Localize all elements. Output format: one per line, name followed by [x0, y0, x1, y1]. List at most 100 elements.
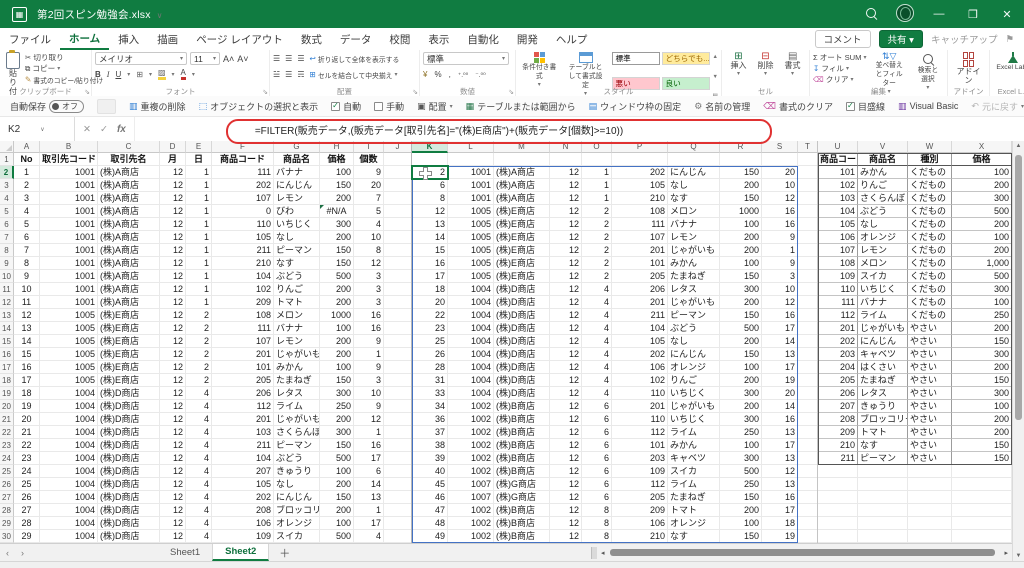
row-header-19[interactable]: 19 — [0, 387, 14, 400]
cell-X8[interactable]: 200 — [952, 244, 1012, 257]
cell-S30[interactable]: 19 — [762, 530, 798, 543]
col-header-K[interactable]: K — [412, 141, 448, 153]
cell-F27[interactable]: 202 — [212, 491, 274, 504]
cell-J20[interactable] — [384, 400, 412, 413]
cell-P27[interactable]: 205 — [612, 491, 668, 504]
menu-tab-3[interactable]: 挿入 — [109, 28, 148, 50]
cell-E29[interactable]: 4 — [186, 517, 212, 530]
cell-B21[interactable]: 1004 — [40, 413, 98, 426]
cell-T22[interactable] — [798, 426, 818, 439]
cell-M6[interactable]: (株)E商店 — [494, 218, 550, 231]
cell-L1[interactable] — [448, 153, 494, 166]
cell-J22[interactable] — [384, 426, 412, 439]
cell-M11[interactable]: (株)D商店 — [494, 283, 550, 296]
cell-U2[interactable]: 101 — [818, 166, 858, 179]
cell-A14[interactable]: 13 — [14, 322, 40, 335]
cell-S8[interactable]: 1 — [762, 244, 798, 257]
cell-L22[interactable]: 1002 — [448, 426, 494, 439]
cell-J5[interactable] — [384, 205, 412, 218]
cell-N27[interactable]: 12 — [550, 491, 582, 504]
cell-F1[interactable]: 商品コード — [212, 153, 274, 166]
cell-I21[interactable]: 12 — [354, 413, 384, 426]
col-header-B[interactable]: B — [40, 141, 98, 153]
cell-S29[interactable]: 18 — [762, 517, 798, 530]
cell-K21[interactable]: 36 — [412, 413, 448, 426]
delete-cells-button[interactable]: ⊟ 削除 ▾ — [755, 52, 777, 79]
cell-B2[interactable]: 1001 — [40, 166, 98, 179]
cell-U15[interactable]: 202 — [818, 335, 858, 348]
number-dialog-launcher[interactable]: ⇘ — [508, 88, 514, 96]
cell-A12[interactable]: 11 — [14, 296, 40, 309]
cell-I23[interactable]: 16 — [354, 439, 384, 452]
menu-tab-8[interactable]: 校閲 — [380, 28, 419, 50]
cell-L13[interactable]: 1004 — [448, 309, 494, 322]
cell-M13[interactable]: (株)D商店 — [494, 309, 550, 322]
cell-B20[interactable]: 1004 — [40, 400, 98, 413]
cell-J1[interactable] — [384, 153, 412, 166]
cell-D23[interactable]: 12 — [160, 439, 186, 452]
cell-X5[interactable]: 500 — [952, 205, 1012, 218]
cell-O14[interactable]: 4 — [582, 322, 612, 335]
cell-T17[interactable] — [798, 361, 818, 374]
cell-Q7[interactable]: レモン — [668, 231, 720, 244]
scroll-right-icon[interactable]: ▸ — [1000, 549, 1012, 557]
cell-T14[interactable] — [798, 322, 818, 335]
cell-W24[interactable]: やさい — [908, 452, 952, 465]
cell-U5[interactable]: 104 — [818, 205, 858, 218]
cell-I3[interactable]: 20 — [354, 179, 384, 192]
cell-M5[interactable]: (株)E商店 — [494, 205, 550, 218]
remove-duplicates-button[interactable]: ▥ 重複の削除 — [129, 100, 186, 113]
cell-G21[interactable]: じゃがいも — [274, 413, 320, 426]
cell-R1[interactable] — [720, 153, 762, 166]
font-size-select[interactable]: 11 ▾ — [190, 52, 220, 65]
cell-N7[interactable]: 12 — [550, 231, 582, 244]
cell-T11[interactable] — [798, 283, 818, 296]
cell-K16[interactable]: 26 — [412, 348, 448, 361]
cell-E9[interactable]: 1 — [186, 257, 212, 270]
cell-R19[interactable]: 300 — [720, 387, 762, 400]
cell-C7[interactable]: (株)A商店 — [98, 231, 160, 244]
cell-C13[interactable]: (株)E商店 — [98, 309, 160, 322]
cell-D17[interactable]: 12 — [160, 361, 186, 374]
cell-W27[interactable] — [908, 491, 952, 504]
cell-H7[interactable]: 200 — [320, 231, 354, 244]
cell-M27[interactable]: (株)G商店 — [494, 491, 550, 504]
cell-D9[interactable]: 12 — [160, 257, 186, 270]
cell-S9[interactable]: 9 — [762, 257, 798, 270]
col-header-X[interactable]: X — [952, 141, 1012, 153]
cell-O5[interactable]: 2 — [582, 205, 612, 218]
menu-tab-2[interactable]: ホーム — [60, 28, 110, 50]
cell-V9[interactable]: メロン — [858, 257, 908, 270]
cell-F15[interactable]: 107 — [212, 335, 274, 348]
cell-X7[interactable]: 100 — [952, 231, 1012, 244]
cell-V3[interactable]: りんご — [858, 179, 908, 192]
cell-P14[interactable]: 104 — [612, 322, 668, 335]
cell-U8[interactable]: 107 — [818, 244, 858, 257]
cell-K5[interactable]: 12 — [412, 205, 448, 218]
align-left-icon[interactable]: ☱ — [273, 70, 280, 79]
cell-H15[interactable]: 200 — [320, 335, 354, 348]
cell-N23[interactable]: 12 — [550, 439, 582, 452]
menu-tab-10[interactable]: 自動化 — [458, 28, 508, 50]
cell-Q19[interactable]: いちじく — [668, 387, 720, 400]
cell-L6[interactable]: 1005 — [448, 218, 494, 231]
cell-J2[interactable] — [384, 166, 412, 179]
cell-F18[interactable]: 205 — [212, 374, 274, 387]
cell-D1[interactable]: 月 — [160, 153, 186, 166]
cell-F16[interactable]: 201 — [212, 348, 274, 361]
cell-V23[interactable]: なす — [858, 439, 908, 452]
row-header-5[interactable]: 5 — [0, 205, 14, 218]
cell-I11[interactable]: 3 — [354, 283, 384, 296]
cell-V4[interactable]: さくらんぼ — [858, 192, 908, 205]
cell-C14[interactable]: (株)E商店 — [98, 322, 160, 335]
cell-W14[interactable]: やさい — [908, 322, 952, 335]
cell-P25[interactable]: 109 — [612, 465, 668, 478]
vertical-scrollbar[interactable]: ▲ ▼ — [1012, 141, 1024, 561]
cell-I25[interactable]: 6 — [354, 465, 384, 478]
sheet-tab-sheet1[interactable]: Sheet1 — [158, 544, 212, 561]
cell-K23[interactable]: 38 — [412, 439, 448, 452]
cell-Q27[interactable]: たまねぎ — [668, 491, 720, 504]
cell-A25[interactable]: 24 — [14, 465, 40, 478]
cell-W5[interactable]: くだもの — [908, 205, 952, 218]
cell-U7[interactable]: 106 — [818, 231, 858, 244]
